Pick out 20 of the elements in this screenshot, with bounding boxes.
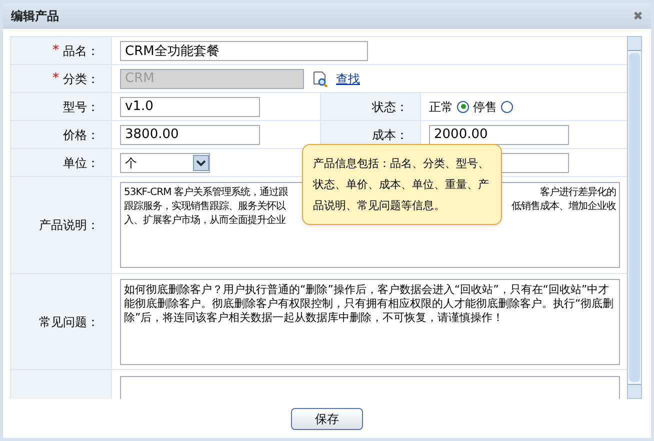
field-label: 产品说明： bbox=[39, 217, 99, 234]
required-mark: * bbox=[52, 70, 59, 88]
field-label: 单位： bbox=[63, 154, 99, 172]
window-title: 编辑产品 bbox=[11, 8, 59, 25]
radio-label: 停售 bbox=[473, 98, 497, 116]
description-text: 入、扩展客户市场，从而全面提升企业 bbox=[124, 214, 286, 228]
field-label: 型号： bbox=[63, 98, 99, 116]
tooltip: 产品信息包括：品名、分类、型号、状态、单价、成本、单位、重量、产品说明、常见问题等信息。 bbox=[302, 144, 502, 225]
description-text: 53KF-CRM 客户关系管理系统，通过跟 bbox=[124, 186, 288, 200]
field-label: 分类： bbox=[63, 70, 99, 88]
description-text: 低销售成本、增加企业收 bbox=[512, 200, 616, 214]
field-label: 状态： bbox=[372, 98, 408, 116]
description-text: 跟踪服务，实现销售跟踪、服务关怀以 bbox=[124, 200, 286, 214]
field-label: 常见问题： bbox=[39, 314, 99, 330]
field-label: 价格： bbox=[63, 126, 99, 144]
description-text: 客户进行差异化的 bbox=[540, 186, 616, 200]
field-label: 成本： bbox=[372, 126, 408, 144]
field-label: 品名： bbox=[63, 42, 99, 60]
radio-label: 正常 bbox=[429, 98, 453, 116]
required-mark: * bbox=[52, 42, 59, 60]
